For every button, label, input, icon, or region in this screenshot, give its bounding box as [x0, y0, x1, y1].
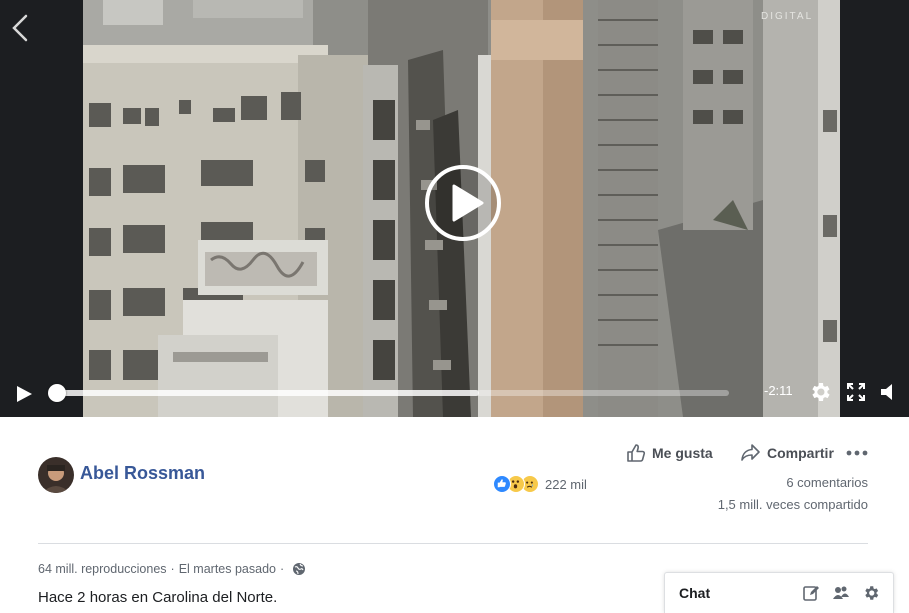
progress-bar[interactable]	[48, 384, 729, 402]
reactions-summary[interactable]: 222 mil	[493, 474, 587, 494]
separator: ·	[170, 562, 175, 576]
back-chevron-icon[interactable]	[6, 12, 34, 44]
compose-icon[interactable]	[802, 584, 820, 602]
gear-icon[interactable]	[808, 380, 832, 404]
chat-title[interactable]: Chat	[679, 585, 710, 601]
play-overlay-button[interactable]	[424, 164, 502, 242]
shares-count[interactable]: 1,5 mill. veces compartido	[718, 497, 868, 512]
post-caption: Hace 2 horas en Carolina del Norte.	[38, 589, 278, 606]
settings-icon[interactable]	[862, 584, 880, 602]
play-icon[interactable]	[14, 384, 34, 404]
separator: ·	[280, 562, 285, 576]
author-name[interactable]: Abel Rossman	[80, 463, 205, 484]
chat-bar[interactable]: Chat	[664, 572, 894, 613]
progress-scrubber[interactable]	[48, 384, 66, 402]
svg-text:DIGITAL: DIGITAL	[761, 11, 813, 22]
comments-count[interactable]: 6 comentarios	[786, 475, 868, 490]
divider	[38, 543, 868, 544]
reaction-count: 222 mil	[545, 476, 587, 492]
globe-icon[interactable]	[292, 562, 306, 576]
video-controls: -2:11	[0, 370, 909, 417]
author: Abel Rossman	[38, 457, 205, 493]
volume-icon[interactable]	[878, 381, 900, 403]
avatar[interactable]	[38, 457, 74, 493]
thumbs-up-icon	[627, 444, 646, 462]
share-arrow-icon	[741, 444, 760, 461]
video-player[interactable]: DIGITAL -2:11	[0, 0, 909, 417]
share-label: Compartir	[767, 445, 834, 461]
group-icon[interactable]	[832, 584, 850, 602]
fullscreen-icon[interactable]	[846, 382, 866, 402]
share-button[interactable]: Compartir	[740, 443, 834, 463]
like-label: Me gusta	[652, 445, 713, 461]
post-date[interactable]: El martes pasado	[179, 562, 276, 576]
views-count: 64 mill. reproducciones	[38, 562, 167, 576]
progress-buffered	[52, 390, 479, 396]
like-button[interactable]: Me gusta	[626, 443, 713, 463]
like-reaction-icon	[493, 475, 511, 493]
time-remaining: -2:11	[764, 383, 793, 398]
post-meta: 64 mill. reproducciones · El martes pasa…	[38, 562, 306, 576]
more-options-icon[interactable]	[846, 446, 868, 460]
